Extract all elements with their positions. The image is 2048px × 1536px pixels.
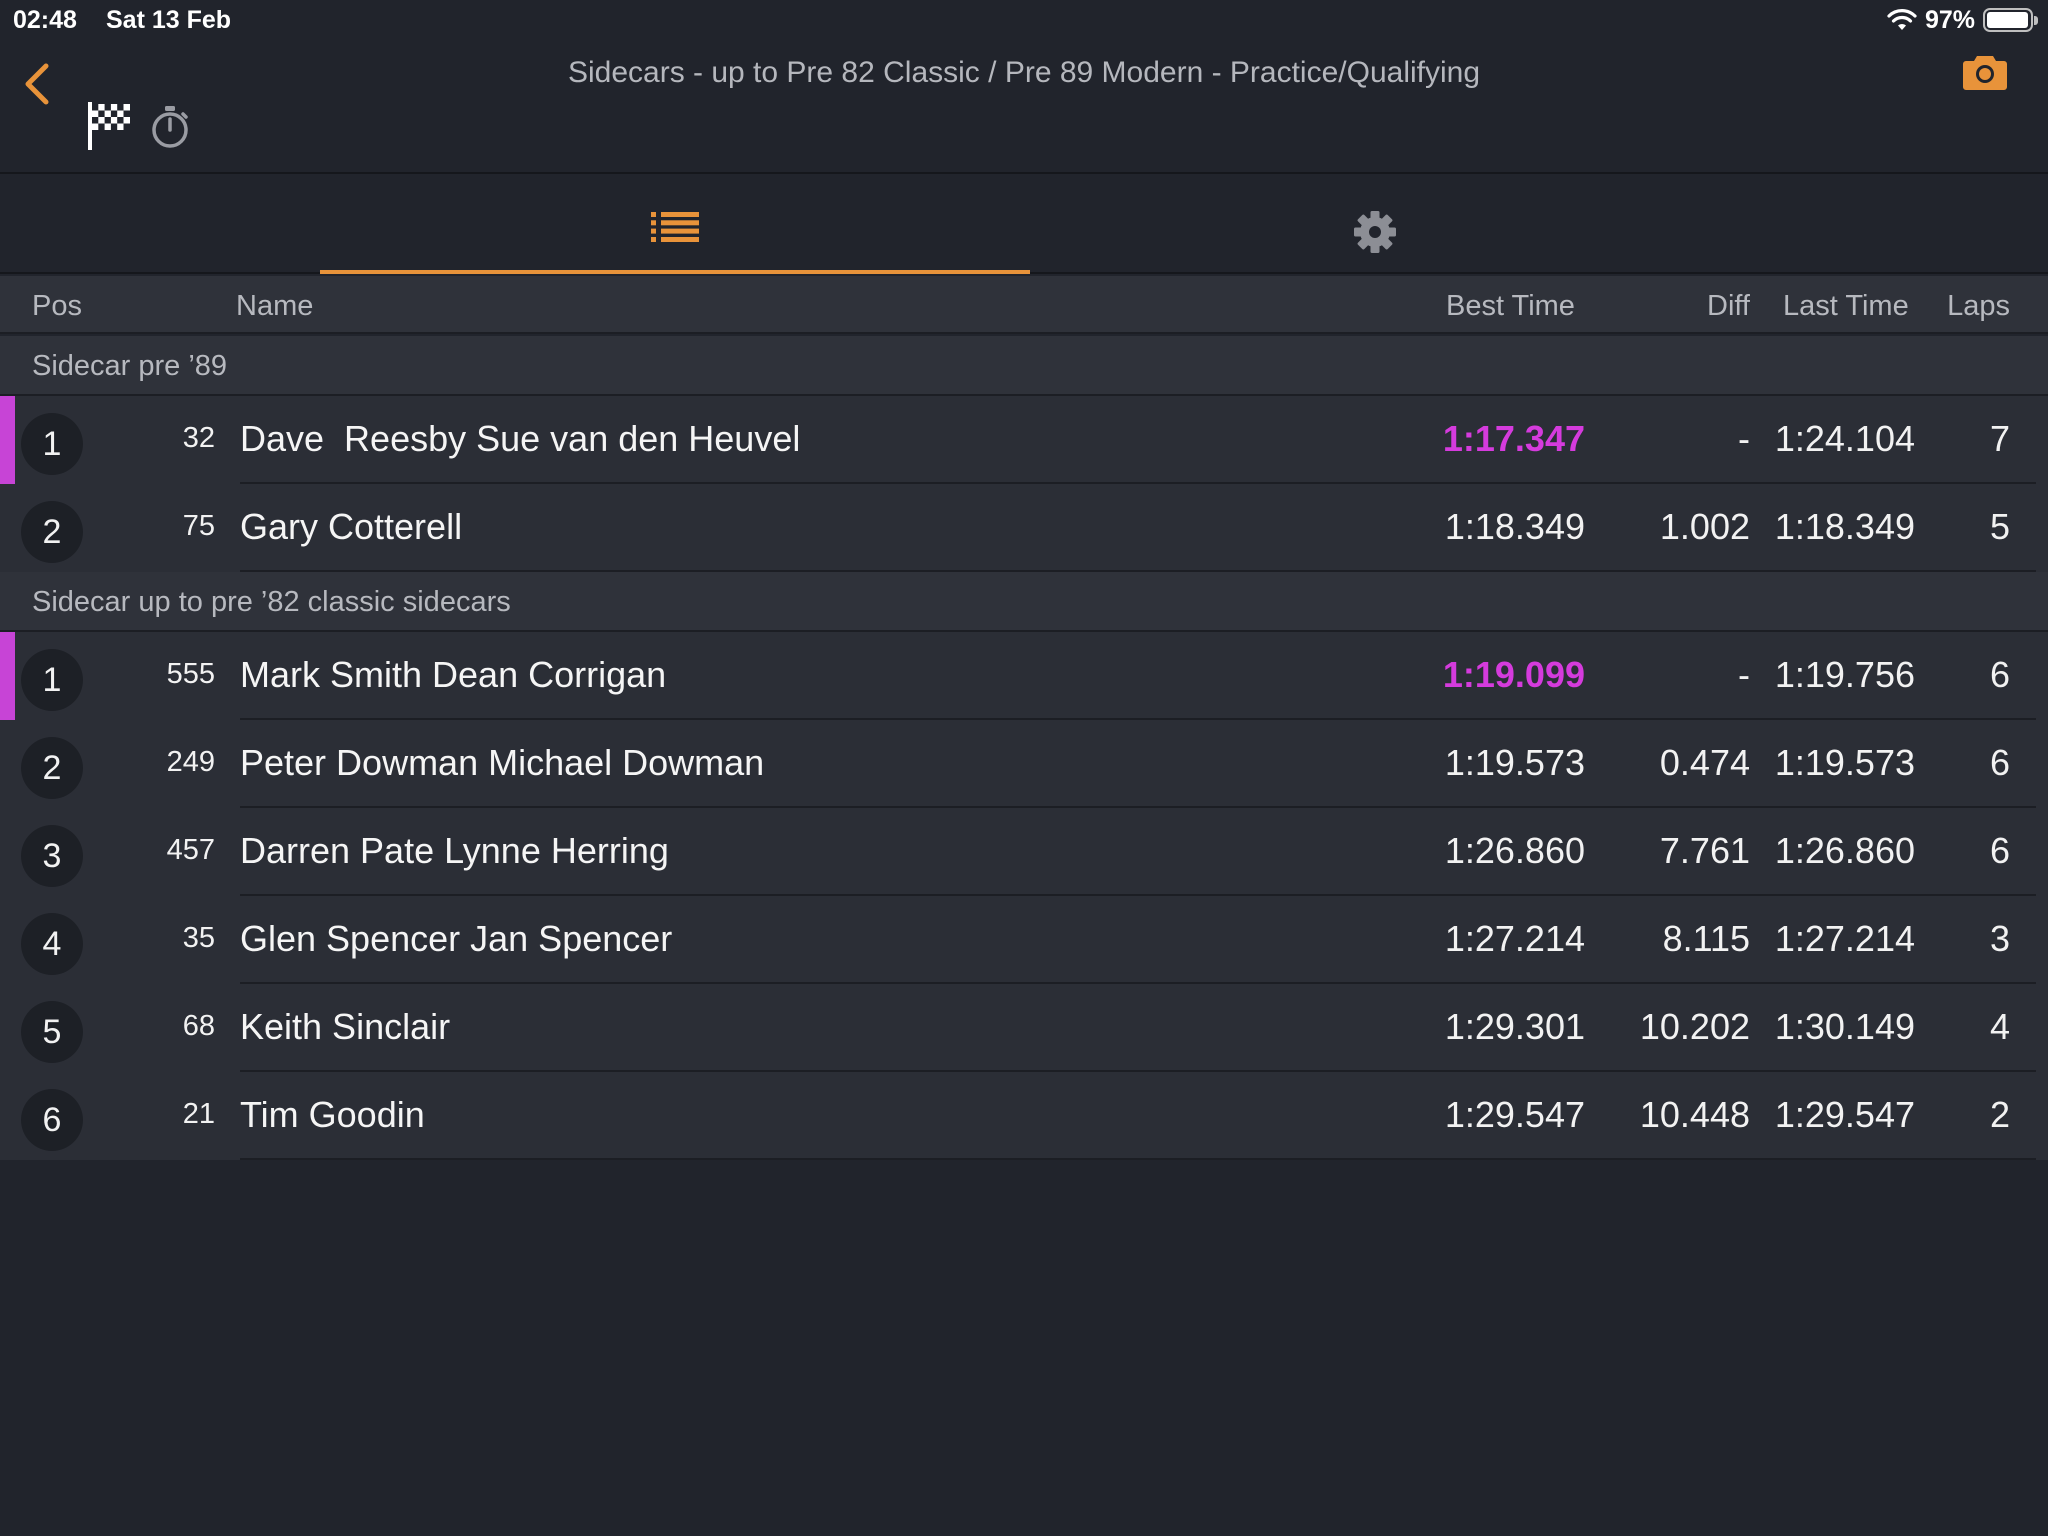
- position-badge: 2: [21, 737, 83, 799]
- position-badge: 1: [21, 413, 83, 475]
- column-best-time[interactable]: Best Time: [1446, 290, 1575, 323]
- diff: 10.448: [1639, 1094, 1750, 1135]
- last-time: 1:29.547: [1774, 1094, 1915, 1135]
- rider-name: Dave Reesby Sue van den Heuvel: [240, 418, 801, 459]
- group-title: Sidecar up to pre ’82 classic sidecars: [32, 586, 511, 618]
- list-icon: [651, 212, 699, 242]
- active-tab-indicator: [320, 270, 1030, 274]
- last-time: 1:19.573: [1774, 742, 1915, 783]
- tab-settings[interactable]: [1030, 176, 1720, 274]
- position-badge: 5: [21, 1001, 83, 1063]
- rider-name: Glen Spencer Jan Spencer: [240, 918, 673, 959]
- stopwatch-icon[interactable]: [148, 104, 192, 150]
- group-title: Sidecar pre ’89: [32, 350, 228, 382]
- diff: 7.761: [1659, 830, 1750, 871]
- status-time: 02:48: [13, 6, 77, 34]
- table-row[interactable]: 1 555 Mark Smith Dean Corrigan 1:19.099 …: [0, 632, 2048, 720]
- table-row[interactable]: 4 35 Glen Spencer Jan Spencer 1:27.214 8…: [0, 896, 2048, 984]
- group-header: Sidecar pre ’89: [0, 336, 2048, 396]
- position-badge: 1: [21, 649, 83, 711]
- status-bar: 02:48 Sat 13 Feb 97%: [0, 0, 2048, 40]
- table-row[interactable]: 2 75 Gary Cotterell 1:18.349 1.002 1:18.…: [0, 484, 2048, 572]
- group-header: Sidecar up to pre ’82 classic sidecars: [0, 572, 2048, 632]
- best-time: 1:19.099: [1442, 654, 1585, 695]
- table-row[interactable]: 5 68 Keith Sinclair 1:29.301 10.202 1:30…: [0, 984, 2048, 1072]
- best-time: 1:29.547: [1444, 1094, 1585, 1135]
- best-time: 1:26.860: [1444, 830, 1585, 871]
- last-time: 1:19.756: [1774, 654, 1915, 695]
- laps: 6: [1989, 742, 2010, 783]
- column-last-time[interactable]: Last Time: [1783, 290, 1909, 323]
- laps: 6: [1989, 654, 2010, 695]
- race-number: 32: [182, 422, 215, 454]
- camera-icon: [1963, 56, 2007, 90]
- class-leader-marker: [0, 396, 15, 484]
- column-laps[interactable]: Laps: [1947, 290, 2010, 323]
- position-badge: 4: [21, 913, 83, 975]
- column-diff[interactable]: Diff: [1707, 290, 1750, 323]
- checkered-flag-icon[interactable]: [86, 100, 132, 152]
- last-time: 1:18.349: [1774, 506, 1915, 547]
- tab-bar: [0, 176, 2048, 274]
- laps: 7: [1989, 418, 2010, 459]
- battery-percentage: 97%: [1924, 5, 1975, 34]
- class-leader-marker: [0, 632, 15, 720]
- status-indicators: 97%: [1887, 5, 2038, 34]
- position-badge: 3: [21, 825, 83, 887]
- table-row[interactable]: 1 32 Dave Reesby Sue van den Heuvel 1:17…: [0, 396, 2048, 484]
- table-row[interactable]: 6 21 Tim Goodin 1:29.547 10.448 1:29.547…: [0, 1072, 2048, 1160]
- best-time: 1:27.214: [1444, 918, 1585, 959]
- best-time: 1:18.349: [1444, 506, 1585, 547]
- rider-name: Darren Pate Lynne Herring: [240, 830, 669, 871]
- laps: 6: [1989, 830, 2010, 871]
- race-number: 75: [182, 510, 215, 542]
- race-number: 68: [182, 1010, 215, 1042]
- race-number: 555: [166, 658, 215, 690]
- race-number: 35: [182, 922, 215, 954]
- rider-name: Mark Smith Dean Corrigan: [240, 654, 667, 695]
- header: Sidecars - up to Pre 82 Classic / Pre 89…: [0, 40, 2048, 174]
- tab-results-list[interactable]: [320, 176, 1030, 274]
- best-time: 1:29.301: [1444, 1006, 1585, 1047]
- diff: 1.002: [1659, 506, 1750, 547]
- race-number: 21: [182, 1098, 215, 1130]
- position-badge: 2: [21, 501, 83, 563]
- laps: 2: [1989, 1094, 2010, 1135]
- rider-name: Peter Dowman Michael Dowman: [240, 742, 765, 783]
- best-time: 1:19.573: [1444, 742, 1585, 783]
- best-time: 1:17.347: [1442, 418, 1585, 459]
- race-number: 249: [166, 746, 215, 778]
- position-badge: 6: [21, 1089, 83, 1151]
- rider-name: Keith Sinclair: [240, 1006, 451, 1047]
- column-pos[interactable]: Pos: [32, 290, 82, 323]
- diff: 0.474: [1659, 742, 1750, 783]
- page-title: Sidecars - up to Pre 82 Classic / Pre 89…: [567, 56, 1481, 89]
- last-time: 1:27.214: [1774, 918, 1915, 959]
- laps: 5: [1989, 506, 2010, 547]
- battery-icon: [1983, 8, 2038, 32]
- camera-button[interactable]: [1962, 52, 2008, 92]
- wifi-icon: [1887, 9, 1917, 30]
- rider-name: Tim Goodin: [240, 1094, 425, 1135]
- battery-fill: [1987, 12, 2028, 28]
- column-name[interactable]: Name: [236, 290, 313, 323]
- laps: 4: [1989, 1006, 2010, 1047]
- diff: -: [1738, 654, 1750, 695]
- table-row[interactable]: 2 249 Peter Dowman Michael Dowman 1:19.5…: [0, 720, 2048, 808]
- last-time: 1:24.104: [1774, 418, 1915, 459]
- diff: 10.202: [1639, 1006, 1750, 1047]
- race-number: 457: [166, 834, 215, 866]
- diff: 8.115: [1662, 918, 1750, 959]
- status-date: Sat 13 Feb: [106, 6, 232, 34]
- column-header-row: Pos Name Best Time Diff Last Time Laps: [0, 276, 2048, 334]
- table-row[interactable]: 3 457 Darren Pate Lynne Herring 1:26.860…: [0, 808, 2048, 896]
- last-time: 1:30.149: [1774, 1006, 1915, 1047]
- gear-icon: [1354, 211, 1396, 253]
- rider-name: Gary Cotterell: [240, 506, 463, 547]
- last-time: 1:26.860: [1774, 830, 1915, 871]
- diff: -: [1738, 418, 1750, 459]
- laps: 3: [1989, 918, 2010, 959]
